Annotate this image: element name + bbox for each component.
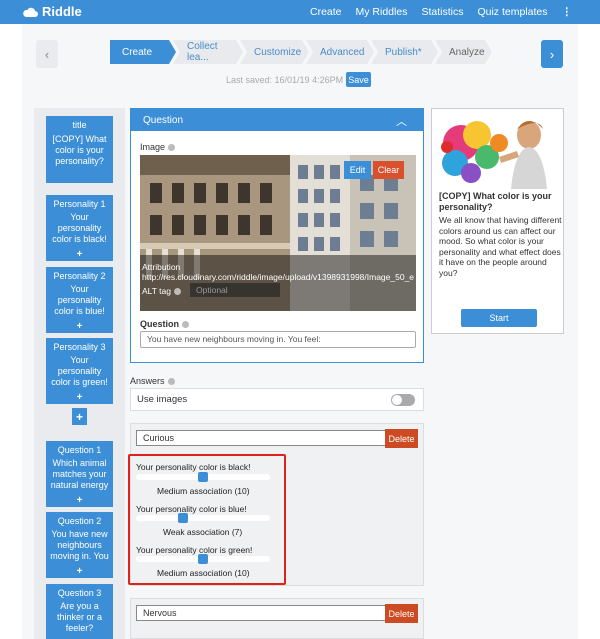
question-text-input[interactable]: You have new neighbours moving in. You f… <box>140 331 416 348</box>
edit-image-button[interactable]: Edit <box>344 161 371 179</box>
question-label: Question <box>140 319 190 329</box>
sidebar-item-title[interactable]: title [COPY] What color is your personal… <box>46 116 113 183</box>
more-menu-icon[interactable]: ⋮ <box>562 6 573 18</box>
next-step-button[interactable]: › <box>541 40 563 68</box>
tab-customize[interactable]: Customize <box>240 40 309 64</box>
association-level: Medium association (10) <box>157 486 250 496</box>
add-block-button[interactable]: + <box>72 408 87 425</box>
add-icon[interactable]: + <box>46 321 113 332</box>
brand-name: Riddle <box>42 4 82 19</box>
tab-create[interactable]: Create <box>110 40 176 64</box>
answers-label-text: Answers <box>130 376 165 386</box>
step-tabs: Create Collect lea... Customize Advanced… <box>110 40 489 64</box>
tab-analyze[interactable]: Analyze <box>435 40 492 64</box>
delete-answer-button[interactable]: Delete <box>385 429 418 448</box>
brand-logo[interactable]: Riddle <box>22 4 82 19</box>
answer-input[interactable]: Curious <box>136 430 388 446</box>
attribution-label: Attribution <box>142 262 181 272</box>
card-title: Question 1 <box>57 445 102 455</box>
card-body: [COPY] What color is your personality? <box>52 134 107 166</box>
card-body: You have new neighbours moving in. You <box>50 529 109 561</box>
image-attribution: Attribution http://res.cloudinary.com/ri… <box>142 262 414 282</box>
answers-label: Answers <box>130 376 175 386</box>
card-title: Personality 2 <box>53 271 106 281</box>
question-panel: Question ︿ Image Edit Clear Attribution … <box>130 108 424 363</box>
info-icon <box>167 378 175 386</box>
card-body: Your personality color is green! <box>51 355 108 387</box>
association-level: Weak association (7) <box>163 527 243 537</box>
tab-publish[interactable]: Publish* <box>371 40 438 64</box>
tab-advanced[interactable]: Advanced <box>306 40 374 64</box>
use-images-row: Use images <box>130 388 424 411</box>
sidebar-item-personality-3[interactable]: Personality 3 Your personality color is … <box>46 338 113 404</box>
use-images-label: Use images <box>137 394 188 405</box>
card-title: Question 2 <box>57 516 102 526</box>
delete-answer-button[interactable]: Delete <box>385 604 418 623</box>
answer-input[interactable]: Nervous <box>136 605 388 621</box>
add-icon[interactable]: + <box>46 566 113 577</box>
top-navbar: Riddle Create My Riddles Statistics Quiz… <box>0 0 600 24</box>
association-slider-thumb[interactable] <box>177 513 188 523</box>
association-slider-thumb[interactable] <box>198 554 208 564</box>
sidebar-item-question-1[interactable]: Question 1 Which animal matches your nat… <box>46 441 113 507</box>
chevron-up-icon[interactable]: ︿ <box>396 113 407 129</box>
association-level: Medium association (10) <box>157 568 250 578</box>
card-body: Are you a thinker or a feeler? <box>56 601 103 633</box>
card-body: Which animal matches your natural energy <box>50 458 109 490</box>
association-title: Your personality color is black! <box>136 462 251 472</box>
block-sidebar: title [COPY] What color is your personal… <box>34 108 125 639</box>
sidebar-item-question-3[interactable]: Question 3 Are you a thinker or a feeler… <box>46 584 113 639</box>
card-title: Question 3 <box>57 588 102 598</box>
attribution-url: http://res.cloudinary.com/riddle/image/u… <box>142 272 415 282</box>
preview-panel: [COPY] What color is your personality? W… <box>431 108 564 334</box>
nav-create[interactable]: Create <box>310 6 342 18</box>
alt-tag-input[interactable]: Optional <box>190 283 280 297</box>
preview-title: [COPY] What color is your personality? <box>439 191 552 212</box>
question-panel-header[interactable]: Question ︿ <box>131 109 423 131</box>
nav-my-riddles[interactable]: My Riddles <box>356 6 408 18</box>
association-title: Your personality color is blue! <box>136 504 247 514</box>
add-icon[interactable]: + <box>46 495 113 506</box>
chevron-left-icon: ‹ <box>44 46 50 62</box>
info-icon <box>168 144 176 152</box>
start-button[interactable]: Start <box>461 309 537 327</box>
sidebar-item-personality-1[interactable]: Personality 1 Your personality color is … <box>46 195 113 261</box>
card-body: Your personality color is black! <box>52 212 107 244</box>
preview-description: We all know that having different colors… <box>439 215 562 278</box>
sidebar-item-personality-2[interactable]: Personality 2 Your personality color is … <box>46 267 113 333</box>
use-images-toggle[interactable] <box>391 394 415 406</box>
association-slider-thumb[interactable] <box>198 472 208 482</box>
association-title: Your personality color is green! <box>136 545 253 555</box>
card-title: title <box>72 120 87 130</box>
previous-step-button[interactable]: ‹ <box>36 40 58 68</box>
sidebar-item-question-2[interactable]: Question 2 You have new neighbours movin… <box>46 512 113 578</box>
add-icon[interactable]: + <box>46 249 113 260</box>
preview-image <box>437 113 559 189</box>
info-icon <box>173 288 181 296</box>
question-image: Edit Clear Attribution http://res.cloudi… <box>140 155 416 311</box>
nav-quiz-templates[interactable]: Quiz templates <box>477 6 547 18</box>
alt-tag-label-text: ALT tag <box>142 286 171 296</box>
panel-title: Question <box>143 114 184 126</box>
cloud-icon <box>23 7 38 17</box>
card-body: Your personality color is blue! <box>54 284 105 316</box>
last-saved-text: Last saved: 16/01/19 4:26PM – <box>226 75 351 85</box>
nav-statistics[interactable]: Statistics <box>421 6 463 18</box>
question-label-text: Question <box>140 319 180 329</box>
add-icon[interactable]: + <box>46 392 113 403</box>
association-slider-track[interactable] <box>136 515 270 521</box>
clear-image-button[interactable]: Clear <box>373 161 404 179</box>
info-icon <box>182 321 190 329</box>
main-nav: Create My Riddles Statistics Quiz templa… <box>310 0 600 24</box>
tab-collect-leads[interactable]: Collect lea... <box>173 40 243 64</box>
image-label: Image <box>140 142 176 152</box>
alt-tag-label: ALT tag <box>142 286 181 296</box>
chevron-right-icon: › <box>549 46 555 62</box>
card-title: Personality 1 <box>53 199 106 209</box>
save-button[interactable]: Save <box>346 72 371 87</box>
image-label-text: Image <box>140 142 166 152</box>
answer-card: Nervous Delete <box>130 598 424 639</box>
card-title: Personality 3 <box>53 342 106 352</box>
